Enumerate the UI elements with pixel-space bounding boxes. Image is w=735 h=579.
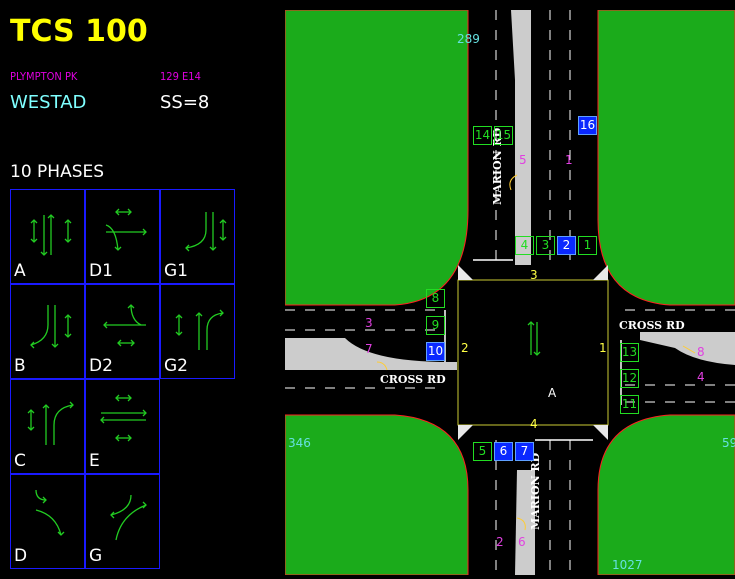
lane-number: 7 <box>365 342 373 356</box>
detector-15[interactable]: 15 <box>494 126 513 145</box>
detector-2[interactable]: 2 <box>557 236 576 255</box>
site-title: TCS 100 <box>10 14 148 49</box>
lane-number: 6 <box>518 535 526 549</box>
approach-label-north: 3 <box>530 268 538 282</box>
approach-label-east: 1 <box>599 341 607 355</box>
subsystem-label: SS=8 <box>160 92 210 113</box>
region-name: WESTAD <box>10 92 87 113</box>
count-north: 289 <box>457 32 480 46</box>
detector-10[interactable]: 10 <box>426 342 445 361</box>
phase-cell-g[interactable]: G <box>85 474 160 569</box>
phase-cell-c[interactable]: C <box>10 379 85 474</box>
phase-label: G1 <box>164 261 188 281</box>
left-panel: TCS 100 PLYMPTON PK 129 E14 WESTAD SS=8 … <box>0 0 285 575</box>
approach-label-south: 4 <box>530 417 538 431</box>
phase-cell-d1[interactable]: D1 <box>85 189 160 284</box>
phase-label: D1 <box>89 261 113 281</box>
phase-label: C <box>14 451 26 471</box>
detector-11[interactable]: 11 <box>620 395 639 414</box>
count-east: 59 <box>722 436 735 450</box>
detector-3[interactable]: 3 <box>536 236 555 255</box>
phase-label: D <box>14 546 28 566</box>
lane-number: 5 <box>519 153 527 167</box>
detector-5[interactable]: 5 <box>473 442 492 461</box>
phase-label: A <box>14 261 26 281</box>
phase-cell-e[interactable]: E <box>85 379 160 474</box>
phase-label: B <box>14 356 26 376</box>
phase-label: E <box>89 451 100 471</box>
phase-label: G2 <box>164 356 188 376</box>
lane-number: 8 <box>697 345 705 359</box>
phase-cell-d2[interactable]: D2 <box>85 284 160 379</box>
detector-7[interactable]: 7 <box>515 442 534 461</box>
center-phase-label: A <box>548 386 557 400</box>
approach-label-west: 2 <box>461 341 469 355</box>
road-label-east: CROSS RD <box>619 319 685 332</box>
phase-cell-d[interactable]: D <box>10 474 85 569</box>
detector-1[interactable]: 1 <box>578 236 597 255</box>
location-name: PLYMPTON PK <box>10 70 78 83</box>
count-south: 1027 <box>612 558 643 572</box>
location-code: 129 E14 <box>160 70 201 83</box>
phase-cell-g2[interactable]: G2 <box>160 284 235 379</box>
detector-6[interactable]: 6 <box>494 442 513 461</box>
detector-13[interactable]: 13 <box>620 343 639 362</box>
lane-number: 3 <box>365 316 373 330</box>
road-label-south: MARION RD <box>529 452 542 530</box>
detector-4[interactable]: 4 <box>515 236 534 255</box>
count-west: 346 <box>288 436 311 450</box>
phase-cell-g1[interactable]: G1 <box>160 189 235 284</box>
detector-16[interactable]: 16 <box>578 116 597 135</box>
phase-label: D2 <box>89 356 113 376</box>
detector-12[interactable]: 12 <box>620 369 639 388</box>
lane-number: 4 <box>697 370 705 384</box>
detector-9[interactable]: 9 <box>426 316 445 335</box>
detector-14[interactable]: 14 <box>473 126 492 145</box>
intersection-map: 289 346 59 1027 MARION RD MARION RD CROS… <box>284 9 735 576</box>
road-label-west: CROSS RD <box>380 373 446 386</box>
detector-8[interactable]: 8 <box>426 289 445 308</box>
lane-number: 2 <box>496 535 504 549</box>
intersection-graphic <box>284 9 735 576</box>
phase-cell-a[interactable]: A <box>10 189 85 284</box>
lane-number: 1 <box>565 153 573 167</box>
phase-label: G <box>89 546 103 566</box>
phases-title: 10 PHASES <box>10 162 105 182</box>
phase-cell-b[interactable]: B <box>10 284 85 379</box>
